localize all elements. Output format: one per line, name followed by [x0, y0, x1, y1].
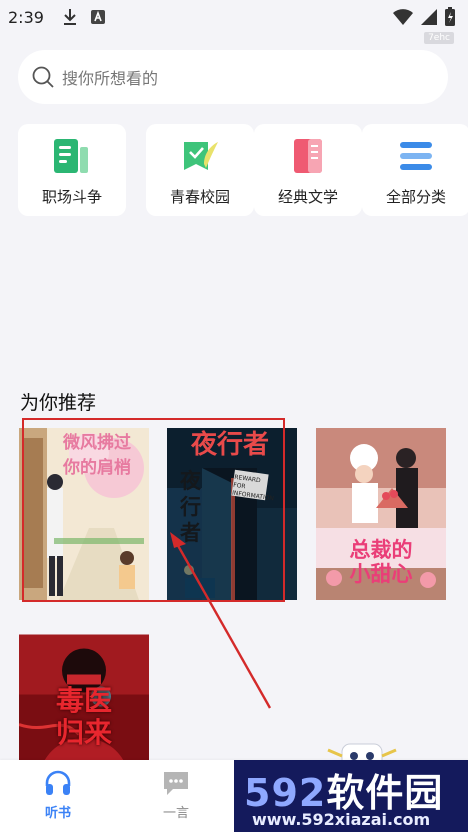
chat-icon [164, 772, 188, 795]
green-book-leaf-icon [184, 142, 218, 170]
book-cover-breeze[interactable]: 微风拂过 你的肩梢 [19, 428, 149, 600]
signal-icon [421, 9, 437, 25]
book-cover-title-line: 小甜心 [349, 562, 413, 586]
wifi-icon [393, 9, 413, 25]
section-title-recommend: 为你推荐 [20, 392, 97, 414]
pink-book-icon [294, 139, 322, 173]
search-bar[interactable]: 搜你所想看的 [18, 50, 448, 104]
watermark-tag: 7ehc [424, 32, 454, 44]
category-label: 经典文学 [277, 188, 338, 206]
nav-label-quote: 一言 [162, 806, 189, 821]
site-watermark-banner: 592软件园 www.592xiazai.com [234, 760, 468, 832]
category-card-classic[interactable]: 经典文学 [254, 124, 362, 216]
headphones-icon [45, 770, 71, 795]
site-watermark-number: 592 [244, 771, 327, 815]
nav-item-listen[interactable]: 听书 [28, 768, 88, 821]
book-cover-title-line: 你的肩梢 [63, 458, 131, 478]
book-cover-night-walker[interactable]: 夜行者 夜行者 REWARD FOR INFORMATION [167, 428, 297, 600]
menu-icon [400, 142, 432, 170]
site-watermark-title: 592软件园 [244, 762, 443, 817]
book-cover-poison-doctor[interactable]: 毒医 归来 [19, 619, 149, 760]
category-label: 职场斗争 [41, 188, 102, 206]
search-placeholder: 搜你所想看的 [62, 69, 159, 88]
site-watermark-name: 软件园 [326, 771, 444, 815]
book-cover-title-line: 总裁的 [349, 538, 413, 562]
app-notification-icon [90, 10, 105, 24]
status-time: 2:39 [8, 7, 44, 27]
category-label: 青春校园 [169, 188, 230, 206]
category-card-workplace[interactable]: 职场斗争 [18, 124, 126, 216]
book-cover-title-line: 归来 [55, 716, 112, 749]
search-icon [32, 66, 54, 88]
category-card-campus[interactable]: 青春校园 [146, 124, 254, 216]
book-cover-sweetheart[interactable]: 总裁的 小甜心 [316, 428, 446, 600]
category-card-all[interactable]: 全部分类 [362, 124, 468, 216]
green-book-icon [54, 139, 88, 173]
nav-label-listen: 听书 [44, 806, 71, 821]
status-bar: 2:39 [0, 0, 468, 34]
book-cover-poster-text: REWARD FOR INFORMATION [231, 473, 275, 503]
book-cover-title-line: 微风拂过 [63, 433, 131, 453]
category-label: 全部分类 [385, 188, 446, 206]
category-row: 职场斗争 青春校园 经典文学 全部分类 [18, 124, 468, 216]
book-cover-title-line: 毒医 [55, 684, 112, 717]
site-watermark-url: www.592xiazai.com [252, 810, 431, 829]
nav-item-quote[interactable]: 一言 [146, 768, 206, 821]
book-cover-title: 夜行者 [191, 430, 270, 460]
battery-icon [445, 7, 455, 26]
download-icon [63, 9, 76, 25]
book-cover-vertical-title: 夜行者 [180, 469, 201, 545]
